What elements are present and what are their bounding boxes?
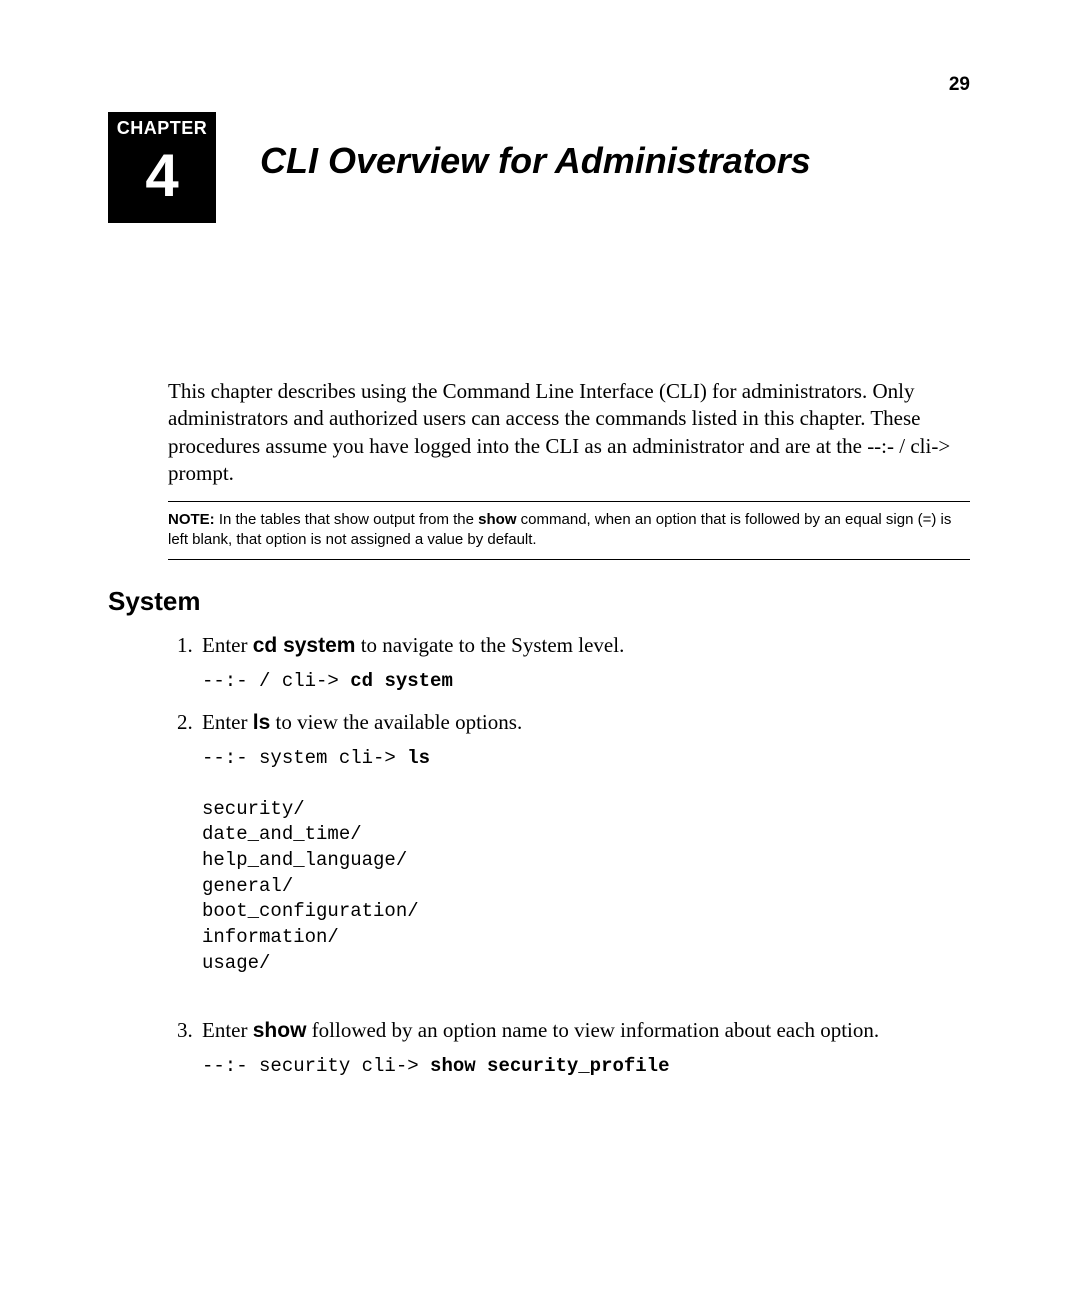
step-2-text: Enter ls to view the available options. (202, 710, 522, 734)
step-2-pre: Enter (202, 710, 253, 734)
step-1-prompt: --:- / cli-> (202, 670, 350, 692)
intro-paragraph: This chapter describes using the Command… (168, 378, 970, 487)
step-1: Enter cd system to navigate to the Syste… (198, 631, 970, 694)
step-1-code: --:- / cli-> cd system (202, 669, 970, 695)
chapter-number: 4 (108, 143, 216, 209)
note-text-before: In the tables that show output from the (215, 511, 479, 528)
step-3-code: --:- security cli-> show security_profil… (202, 1054, 970, 1080)
step-3: Enter show followed by an option name to… (198, 1016, 970, 1079)
chapter-block: CHAPTER 4 (108, 112, 216, 223)
section-heading-system: System (108, 586, 970, 617)
step-2-prompt: --:- system cli-> (202, 747, 407, 769)
body-content: This chapter describes using the Command… (108, 378, 970, 1093)
page: 29 CHAPTER 4 CLI Overview for Administra… (0, 0, 1080, 1296)
step-3-command: show (253, 1019, 307, 1042)
page-number: 29 (949, 74, 970, 96)
note-bold-command: show (478, 511, 516, 528)
step-2-post: to view the available options. (270, 710, 522, 734)
step-1-code-cmd: cd system (350, 670, 453, 692)
step-2-output: security/ date_and_time/ help_and_langua… (202, 798, 419, 974)
step-1-command: cd system (253, 634, 356, 657)
steps-list: Enter cd system to navigate to the Syste… (168, 631, 970, 1079)
step-1-pre: Enter (202, 633, 253, 657)
step-2-code-cmd: ls (407, 747, 430, 769)
step-1-text: Enter cd system to navigate to the Syste… (202, 633, 624, 657)
chapter-label: CHAPTER (108, 118, 216, 139)
step-2-command: ls (253, 711, 271, 734)
page-title: CLI Overview for Administrators (260, 140, 811, 182)
step-3-post: followed by an option name to view infor… (306, 1018, 879, 1042)
step-3-pre: Enter (202, 1018, 253, 1042)
note-box: NOTE: In the tables that show output fro… (168, 501, 970, 560)
step-3-text: Enter show followed by an option name to… (202, 1018, 879, 1042)
step-2: Enter ls to view the available options. … (198, 708, 970, 1010)
step-3-prompt: --:- security cli-> (202, 1055, 430, 1077)
step-3-code-cmd: show security_profile (430, 1055, 669, 1077)
note-label: NOTE: (168, 511, 215, 528)
step-2-code: --:- system cli-> ls security/ date_and_… (202, 746, 970, 977)
step-1-post: to navigate to the System level. (355, 633, 624, 657)
